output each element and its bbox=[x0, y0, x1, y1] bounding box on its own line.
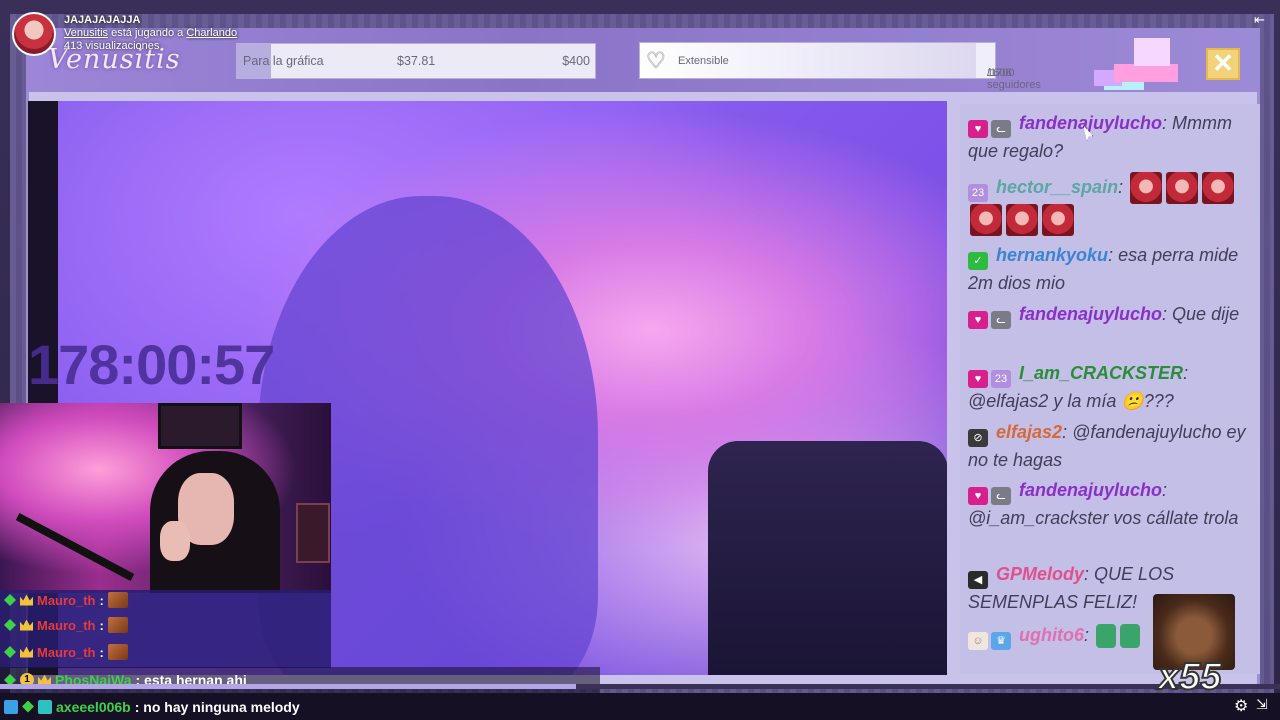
chat-line: axeeel006b : no hay ninguna melody bbox=[0, 693, 1280, 720]
heart-icon: ♡ bbox=[646, 48, 666, 73]
crown-icon bbox=[20, 594, 33, 606]
chat-username[interactable]: GPMelody bbox=[996, 564, 1084, 584]
stream-info: JAJAJAJAJJA Venusitis está jugando a Cha… bbox=[12, 12, 237, 56]
chat-username[interactable]: fandenajuylucho bbox=[1019, 304, 1162, 324]
list-item: Mauro_th: bbox=[4, 613, 128, 637]
sub-badge-icon bbox=[38, 699, 52, 714]
emote-icon bbox=[1166, 172, 1199, 204]
volume-icon: ◀ bbox=[968, 571, 988, 589]
category-link[interactable]: Charlando bbox=[186, 27, 237, 39]
close-icon[interactable]: ✕ bbox=[1206, 48, 1240, 80]
microphone-arm bbox=[15, 512, 135, 582]
heart-icon: ♥ bbox=[968, 370, 988, 388]
diamond-badge-icon bbox=[4, 646, 16, 658]
chat-panel: ♥ ᓚ fandenajuylucho: Mmmm que regalo? 23 … bbox=[960, 104, 1260, 674]
view-count: 413 visualizaciones bbox=[64, 40, 160, 52]
pixel-cat-decoration bbox=[1094, 30, 1190, 92]
follower-label: Extensible bbox=[678, 55, 729, 67]
emote-icon bbox=[107, 617, 128, 633]
goal-current: $37.81 bbox=[397, 54, 436, 68]
playing-text: está jugando a bbox=[111, 27, 184, 39]
crown-icon bbox=[20, 646, 33, 658]
chat-username[interactable]: ughito6 bbox=[1019, 625, 1084, 645]
heart-icon: ♥ bbox=[968, 120, 988, 138]
heart-icon: ♥ bbox=[968, 487, 988, 505]
streamer-link[interactable]: Venusitis bbox=[64, 27, 108, 39]
chat-message: ⊘ elfajas2: @fandenajuylucho ey no te ha… bbox=[968, 422, 1246, 470]
chat-message: ♥ ᓚ fandenajuylucho: Mmmm que regalo? bbox=[968, 113, 1233, 161]
follower-goal-bar: ♡ Extensible 1608/1700 seguidores bbox=[639, 42, 1041, 91]
cat-icon: ᓚ bbox=[991, 120, 1011, 138]
webcam-overlay bbox=[0, 403, 331, 593]
cat-icon: ᓚ bbox=[991, 311, 1011, 329]
emote-icon bbox=[1120, 624, 1141, 649]
play-badge-icon bbox=[4, 699, 18, 714]
green-badge-icon: ✓ bbox=[968, 252, 988, 270]
chat-text: : no hay ninguna melody bbox=[134, 698, 300, 715]
chat-text: @elfajas2 y la mía 😕??? bbox=[968, 391, 1174, 411]
chat-username[interactable]: I_am_CRACKSTER bbox=[1019, 363, 1183, 383]
goal-label: Para la gráfica bbox=[243, 54, 324, 68]
diamond-badge-icon bbox=[4, 594, 16, 606]
follower-total: /1700 seguidores bbox=[987, 67, 1041, 91]
gaming-chair bbox=[708, 441, 947, 675]
emote-icon bbox=[1006, 204, 1038, 236]
sub-badge-icon: 23 bbox=[991, 370, 1011, 388]
goal-target: $400 bbox=[562, 54, 590, 68]
sub-badge-icon: 23 bbox=[968, 183, 988, 202]
chat-username[interactable]: fandenajuylucho bbox=[1019, 113, 1162, 133]
diamond-badge-icon bbox=[22, 700, 34, 713]
expand-icon[interactable]: ⇲ bbox=[1256, 696, 1268, 713]
chat-line: 1 PhosNaiWa : esta hernan ahi bbox=[0, 667, 600, 693]
list-item: Mauro_th: bbox=[4, 588, 128, 612]
heart-icon: ♥ bbox=[968, 311, 988, 329]
emote-icon bbox=[107, 644, 128, 660]
emote-icon bbox=[1096, 624, 1117, 649]
chat-message: ♥ 23 I_am_CRACKSTER: @elfajas2 y la mía 😕… bbox=[968, 363, 1189, 411]
slash-icon: ⊘ bbox=[968, 429, 988, 447]
emote-icon bbox=[1202, 172, 1235, 204]
chat-username[interactable]: axeeel006b bbox=[56, 699, 131, 715]
stream-screen: Venusitis JAJAJAJAJJA Venusitis está jug… bbox=[0, 0, 1280, 720]
chat-username[interactable]: hector__spain bbox=[996, 177, 1118, 197]
donation-goal-bar: Para la gráfica $37.81 $400 bbox=[236, 43, 596, 79]
diamond-badge-icon bbox=[4, 619, 16, 631]
chat-username[interactable]: fandenajuylucho bbox=[1019, 480, 1162, 500]
chat-message: ♥ ᓚ fandenajuylucho: @i_am_crackster vos … bbox=[968, 480, 1239, 528]
stream-title: JAJAJAJAJJA bbox=[64, 14, 141, 26]
emote-icon bbox=[107, 592, 128, 608]
list-item: Mauro_th: bbox=[4, 640, 128, 664]
chat-text: Que dije bbox=[1172, 304, 1240, 324]
emote-icon bbox=[1130, 172, 1163, 204]
chat-message: 23 hector__spain: bbox=[968, 172, 1258, 236]
chat-text: @i_am_crackster vos cállate trola bbox=[968, 508, 1239, 528]
subathon-timer: 178:00:57 bbox=[28, 333, 275, 396]
emote-count: x55 bbox=[1157, 655, 1222, 699]
chat-message: ✓ hernankyoku: esa perra mide 2m dios mi… bbox=[968, 245, 1239, 293]
avatar[interactable] bbox=[12, 12, 56, 56]
video-progress-bar[interactable] bbox=[0, 684, 1280, 689]
collapse-icon[interactable]: ⇤ bbox=[1254, 12, 1265, 28]
crown-icon bbox=[20, 619, 33, 631]
chat-username[interactable]: elfajas2 bbox=[996, 422, 1062, 442]
crown-icon: ♛ bbox=[991, 632, 1011, 650]
gear-icon[interactable]: ⚙ bbox=[1234, 696, 1248, 716]
chat-message: ♥ ᓚ fandenajuylucho: Que dije bbox=[968, 301, 1258, 329]
chat-username[interactable]: hernankyoku bbox=[996, 245, 1108, 265]
emote-icon bbox=[970, 204, 1002, 236]
cat-icon: ᓚ bbox=[991, 487, 1011, 505]
face-icon: ☺ bbox=[968, 632, 988, 650]
emote-icon bbox=[1042, 204, 1074, 236]
